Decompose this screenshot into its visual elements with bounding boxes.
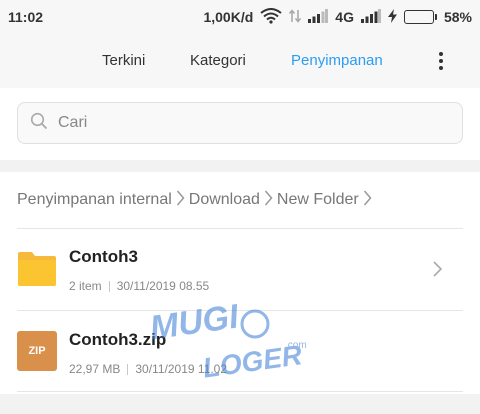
breadcrumb: Penyimpanan internal Download New Folder <box>17 186 376 214</box>
zip-file-icon: ZIP <box>17 331 57 371</box>
data-transfer-icon <box>289 8 302 27</box>
net-speed: 1,00K/d <box>203 9 254 25</box>
file-info: 22,97 MB <box>69 362 121 376</box>
meta-separator <box>127 363 129 375</box>
more-icon-dot <box>439 52 443 56</box>
tab-terkini[interactable]: Terkini <box>102 34 145 88</box>
search-input[interactable] <box>58 114 438 132</box>
search-box[interactable] <box>17 102 463 144</box>
more-icon-dot <box>439 66 443 70</box>
search-icon <box>30 112 48 135</box>
wifi-icon <box>260 7 282 27</box>
network-type: 4G <box>335 9 354 25</box>
file-date: 30/11/2019 11.02 <box>135 362 228 376</box>
status-time: 11:02 <box>8 9 44 25</box>
signal-icon-2 <box>360 8 381 26</box>
file-name: Contoh3 <box>69 247 138 266</box>
file-meta: 2 item 30/11/2019 08.55 <box>69 279 209 293</box>
battery-icon <box>403 10 437 24</box>
file-meta: 22,97 MB 30/11/2019 11.02 <box>69 362 227 376</box>
file-row-zip[interactable]: ZIP Contoh3.zip 22,97 MB 30/11/2019 11.0… <box>0 311 480 391</box>
status-bar: 11:02 1,00K/d 4G 58% <box>0 0 480 34</box>
tab-penyimpanan[interactable]: Penyimpanan <box>291 34 383 88</box>
charging-icon <box>387 8 397 26</box>
more-icon-dot <box>439 59 443 63</box>
signal-icon-1 <box>308 8 329 26</box>
chevron-right-icon <box>264 189 273 212</box>
status-right: 1,00K/d 4G 58% <box>203 7 472 27</box>
file-info: 2 item <box>69 279 102 293</box>
chevron-right-icon <box>432 260 443 283</box>
breadcrumb-item-internal[interactable]: Penyimpanan internal <box>17 191 172 209</box>
bottom-band <box>0 394 480 414</box>
chevron-right-icon <box>363 189 372 212</box>
chevron-right-icon <box>176 189 185 212</box>
folder-icon <box>17 248 57 293</box>
search-section <box>0 88 480 160</box>
breadcrumb-item-new-folder[interactable]: New Folder <box>277 191 359 209</box>
file-name: Contoh3.zip <box>69 330 167 349</box>
file-date: 30/11/2019 08.55 <box>116 279 210 293</box>
list-divider <box>17 391 463 392</box>
battery-percent: 58% <box>443 9 472 25</box>
section-divider <box>0 160 480 172</box>
tab-kategori[interactable]: Kategori <box>190 34 246 88</box>
file-row-folder[interactable]: Contoh3 2 item 30/11/2019 08.55 <box>0 230 480 310</box>
meta-separator <box>108 280 110 292</box>
list-divider <box>17 228 463 229</box>
breadcrumb-item-download[interactable]: Download <box>189 191 260 209</box>
more-options-button[interactable] <box>428 46 454 76</box>
top-tab-bar: Terkini Kategori Penyimpanan <box>0 34 480 88</box>
